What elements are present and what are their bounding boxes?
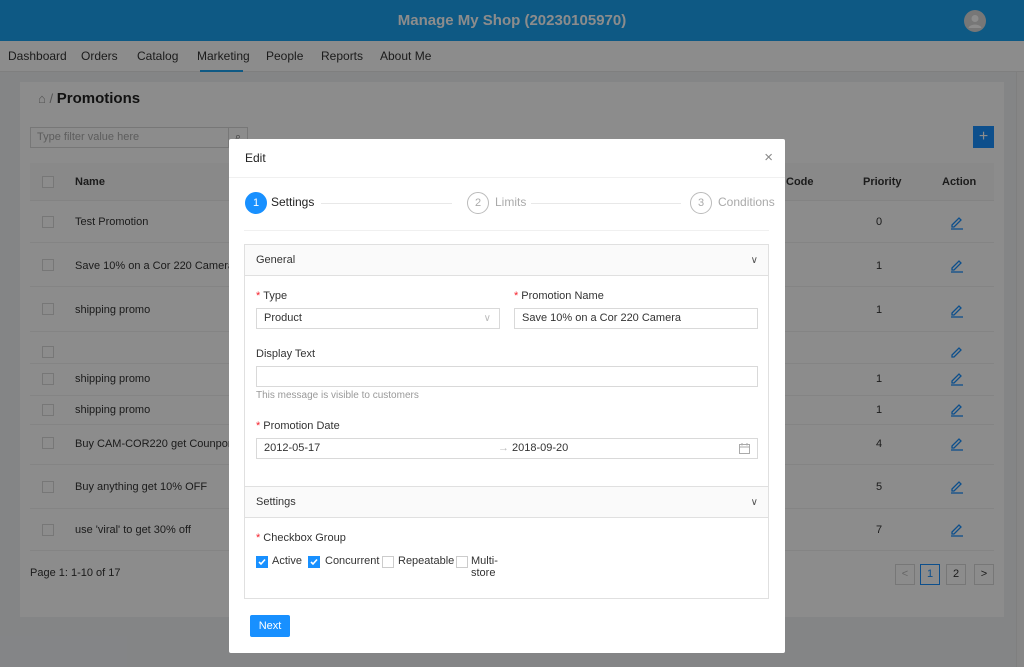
step-2-label[interactable]: Limits	[495, 195, 526, 209]
general-panel-title: General	[256, 254, 296, 266]
dialog-title: Edit	[245, 151, 266, 165]
promotion-name-field[interactable]: Save 10% on a Cor 220 Camera	[514, 308, 758, 329]
multi-store-checkbox-label[interactable]: Multi-store	[471, 555, 498, 579]
general-panel-header[interactable]: General ∨	[245, 245, 768, 276]
active-checkbox-label[interactable]: Active	[272, 555, 302, 567]
chevron-down-icon: ∨	[483, 313, 491, 324]
date-arrow: →	[498, 442, 509, 454]
date-start[interactable]: 2012-05-17	[264, 442, 320, 454]
promotion-date-range[interactable]: 2012-05-17 → 2018-09-20	[256, 438, 758, 459]
repeatable-checkbox[interactable]	[382, 556, 394, 568]
checkbox-group-label: * Checkbox Group	[256, 532, 346, 544]
chevron-down-icon[interactable]: ∨	[751, 245, 758, 276]
type-label: * Type	[256, 290, 288, 302]
display-text-label: Display Text	[256, 348, 316, 360]
date-end[interactable]: 2018-09-20	[512, 439, 568, 458]
promotion-name-label: * Promotion Name	[514, 290, 604, 302]
settings-panel-title: Settings	[256, 496, 296, 508]
divider	[244, 230, 769, 231]
step-1-label[interactable]: Settings	[271, 195, 314, 209]
type-select[interactable]: Product ∨	[256, 308, 500, 329]
step-connector	[321, 203, 452, 204]
display-text-hint: This message is visible to customers	[256, 390, 419, 401]
concurrent-checkbox-label[interactable]: Concurrent	[325, 555, 379, 567]
settings-panel-header[interactable]: Settings ∨	[245, 487, 768, 518]
type-select-value: Product	[264, 312, 302, 324]
step-1-icon[interactable]: 1	[245, 192, 267, 214]
step-2-icon[interactable]: 2	[467, 192, 489, 214]
multi-store-checkbox[interactable]	[456, 556, 468, 568]
repeatable-checkbox-label[interactable]: Repeatable	[398, 555, 454, 567]
edit-dialog: Edit × 1 Settings 2 Limits 3 Conditions …	[229, 139, 785, 653]
concurrent-checkbox[interactable]	[308, 556, 320, 568]
chevron-down-icon[interactable]: ∨	[751, 487, 758, 518]
active-checkbox[interactable]	[256, 556, 268, 568]
divider	[229, 177, 785, 178]
next-button[interactable]: Next	[250, 615, 290, 637]
close-icon[interactable]: ×	[764, 149, 773, 166]
calendar-icon[interactable]	[739, 443, 750, 454]
display-text-field[interactable]	[256, 366, 758, 387]
step-connector	[531, 203, 681, 204]
step-3-label[interactable]: Conditions	[718, 195, 775, 209]
promotion-date-label: * Promotion Date	[256, 420, 340, 432]
step-3-icon[interactable]: 3	[690, 192, 712, 214]
